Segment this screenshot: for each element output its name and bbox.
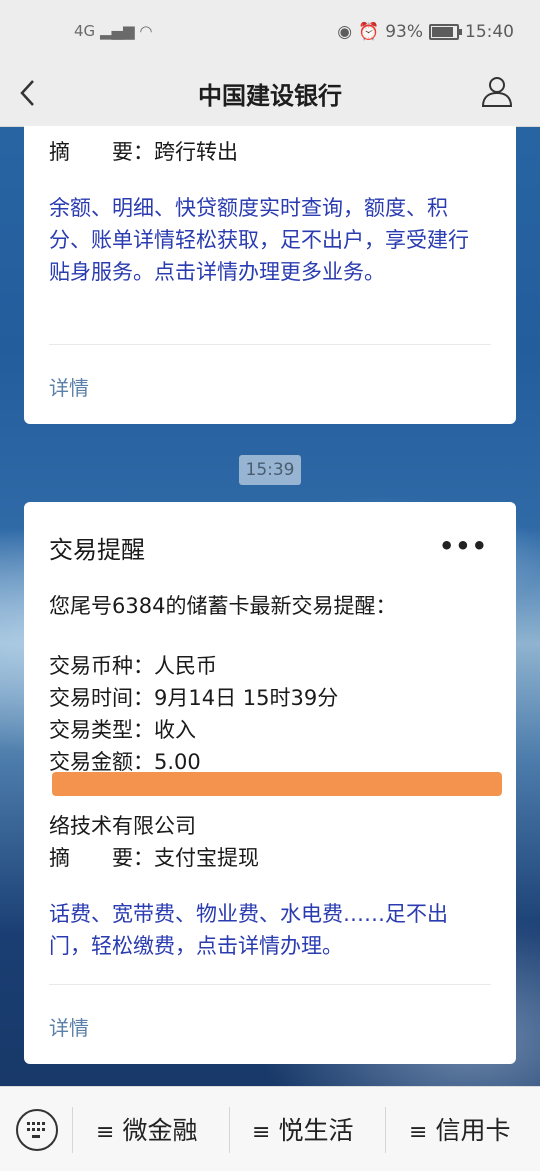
clock: 15:40 <box>465 22 514 42</box>
tab-separator <box>385 1107 386 1153</box>
tab-separator <box>72 1107 73 1153</box>
keyboard-icon[interactable] <box>16 1109 58 1151</box>
divider <box>49 984 491 985</box>
tab-micro-finance[interactable]: ≡ 微金融 <box>96 1111 197 1147</box>
signal-indicator: 4G ▂▄▆ ◠ <box>74 22 152 40</box>
signal-icon: ▂▄▆ ◠ <box>99 22 153 40</box>
menu-icon: ≡ <box>409 1120 428 1145</box>
summary-line: 摘 要：支付宝提现 <box>49 846 259 870</box>
currency-line: 交易币种：人民币 <box>49 654 217 678</box>
network-type: 4G <box>74 22 96 40</box>
message-card-1: 摘 要：跨行转出 余额、明细、快贷额度实时查询，额度、积分、账单详情轻松获取，足… <box>24 126 516 424</box>
alarm-icon: ⏰ <box>358 22 380 42</box>
tab-life[interactable]: ≡ 悦生活 <box>252 1111 353 1147</box>
detail-link[interactable]: 详情 <box>49 1012 89 1041</box>
counterparty-line: 络技术有限公司 <box>49 814 196 838</box>
person-icon[interactable] <box>480 74 514 108</box>
eye-icon: ◉ <box>337 22 353 42</box>
tab-label: 悦生活 <box>278 1116 354 1145</box>
tab-separator <box>229 1107 230 1153</box>
intro-line: 您尾号6384的储蓄卡最新交易提醒： <box>49 594 397 618</box>
detail-link[interactable]: 详情 <box>49 372 89 401</box>
status-bar: 4G ▂▄▆ ◠ ◉ ⏰ 93% 15:40 <box>0 0 540 66</box>
menu-icon: ≡ <box>96 1120 115 1145</box>
divider <box>49 344 491 345</box>
time-line: 交易时间：9月14日 15时39分 <box>49 686 339 710</box>
promo-text[interactable]: 话费、宽带费、物业费、水电费……足不出门，轻松缴费，点击详情办理。 <box>49 898 489 962</box>
tab-label: 信用卡 <box>435 1116 511 1145</box>
message-timestamp: 15:39 <box>239 455 301 485</box>
navigation-bar: 中国建设银行 <box>0 58 540 127</box>
status-right: ◉ ⏰ 93% 15:40 <box>337 22 514 42</box>
battery-percent: 93% <box>385 22 423 42</box>
redaction-bar <box>52 772 502 796</box>
promo-text[interactable]: 余额、明细、快贷额度实时查询，额度、积分、账单详情轻松获取，足不出户，享受建行贴… <box>49 192 489 288</box>
more-dots-icon[interactable]: ••• <box>439 532 488 560</box>
summary-line: 摘 要：跨行转出 <box>49 140 238 164</box>
page-title: 中国建设银行 <box>198 82 342 110</box>
tab-label: 微金融 <box>122 1116 198 1145</box>
tab-credit-card[interactable]: ≡ 信用卡 <box>409 1111 510 1147</box>
card-title: 交易提醒 <box>49 536 145 564</box>
menu-icon: ≡ <box>252 1120 271 1145</box>
battery-icon <box>429 24 462 40</box>
type-line: 交易类型：收入 <box>49 718 196 742</box>
bottom-menu-bar: ≡ 微金融 ≡ 悦生活 ≡ 信用卡 <box>0 1086 540 1171</box>
